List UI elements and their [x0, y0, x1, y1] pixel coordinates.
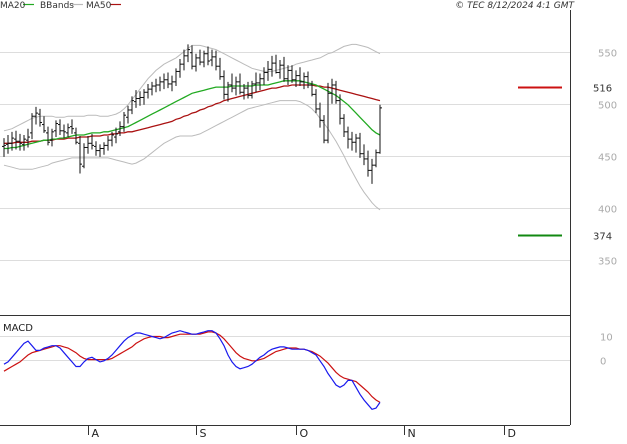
macd-y-tick-label: 10 [600, 333, 613, 344]
price-y-tick-label: 450 [598, 153, 617, 164]
macd-panel-title: MACD [3, 323, 33, 334]
x-tick-label: N [408, 427, 416, 440]
chart-canvas: MA20 BBands MA50 © TEC 8/12/2024 4:1 GMT… [0, 0, 627, 440]
ma20-legend-label: MA20 [0, 1, 26, 11]
macd-y-tick-label: 0 [600, 357, 606, 368]
price-y-tick-label: 350 [598, 257, 617, 268]
price-y-tick-label: 550 [598, 49, 617, 60]
copyright-text: © TEC 8/12/2024 4:1 GMT [455, 1, 575, 11]
x-tick-label: O [300, 427, 309, 440]
stock-chart: MA20 BBands MA50 © TEC 8/12/2024 4:1 GMT… [0, 0, 627, 440]
bbands-legend-label: BBands [40, 1, 74, 11]
legend: MA20 BBands MA50 [0, 1, 121, 11]
price-y-tick-label: 400 [598, 205, 617, 216]
x-tick-label: S [200, 427, 207, 440]
x-tick-label: D [508, 427, 516, 440]
price-y-tick-label: 500 [598, 101, 617, 112]
level-label-516: 516 [593, 84, 612, 95]
ma50-legend-label: MA50 [86, 1, 112, 11]
level-label-374: 374 [593, 232, 612, 243]
x-tick-label: A [92, 427, 100, 440]
